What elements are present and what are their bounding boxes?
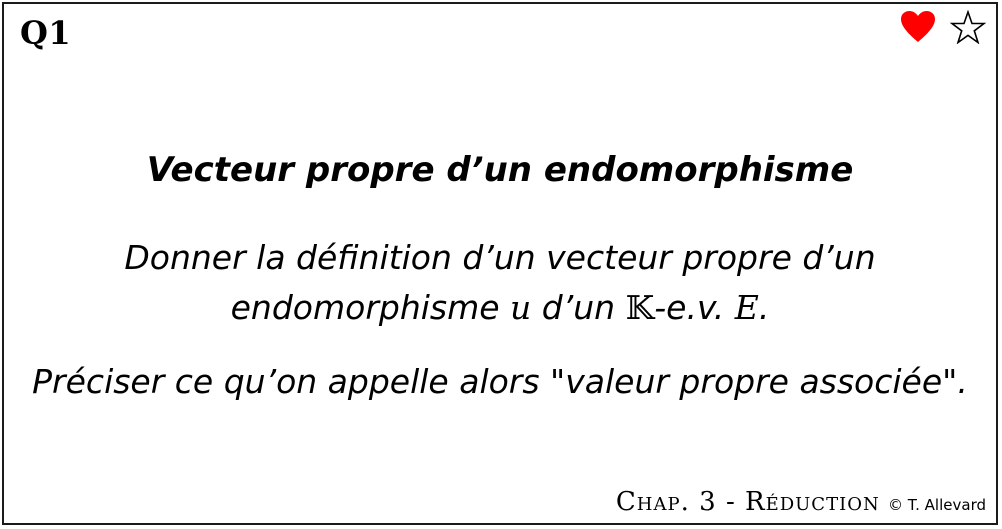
flashcard: Q1 Vecteur propre d’un endomorphisme Don… — [2, 2, 998, 525]
math-var-e: E — [734, 288, 759, 327]
author-credit: © T. Allevard — [887, 496, 986, 514]
card-footer: Chap. 3 - Réduction © T. Allevard — [616, 487, 986, 517]
card-title: Vecteur propre d’un endomorphisme — [146, 150, 854, 190]
question-line-2: endomorphisme u d’un 𝕂-e.v. E. — [4, 282, 996, 333]
star-outline-icon[interactable] — [950, 10, 986, 44]
line2-post: -e.v. — [654, 288, 735, 327]
chapter-label: Chap. 3 - Réduction — [615, 487, 880, 517]
math-var-u: u — [510, 288, 532, 327]
math-field-k: 𝕂 — [625, 288, 655, 327]
heart-icon[interactable] — [900, 10, 936, 44]
line2-end: . — [758, 288, 770, 327]
question-id: Q1 — [20, 14, 72, 52]
line2-mid: d’un — [531, 288, 626, 327]
line2-pre: endomorphisme — [230, 288, 511, 327]
question-line-1: Donner la définition d’un vecteur propre… — [124, 238, 876, 277]
card-icons — [900, 10, 986, 44]
question-line-3: Préciser ce qu’on appelle alors "valeur … — [32, 362, 968, 401]
